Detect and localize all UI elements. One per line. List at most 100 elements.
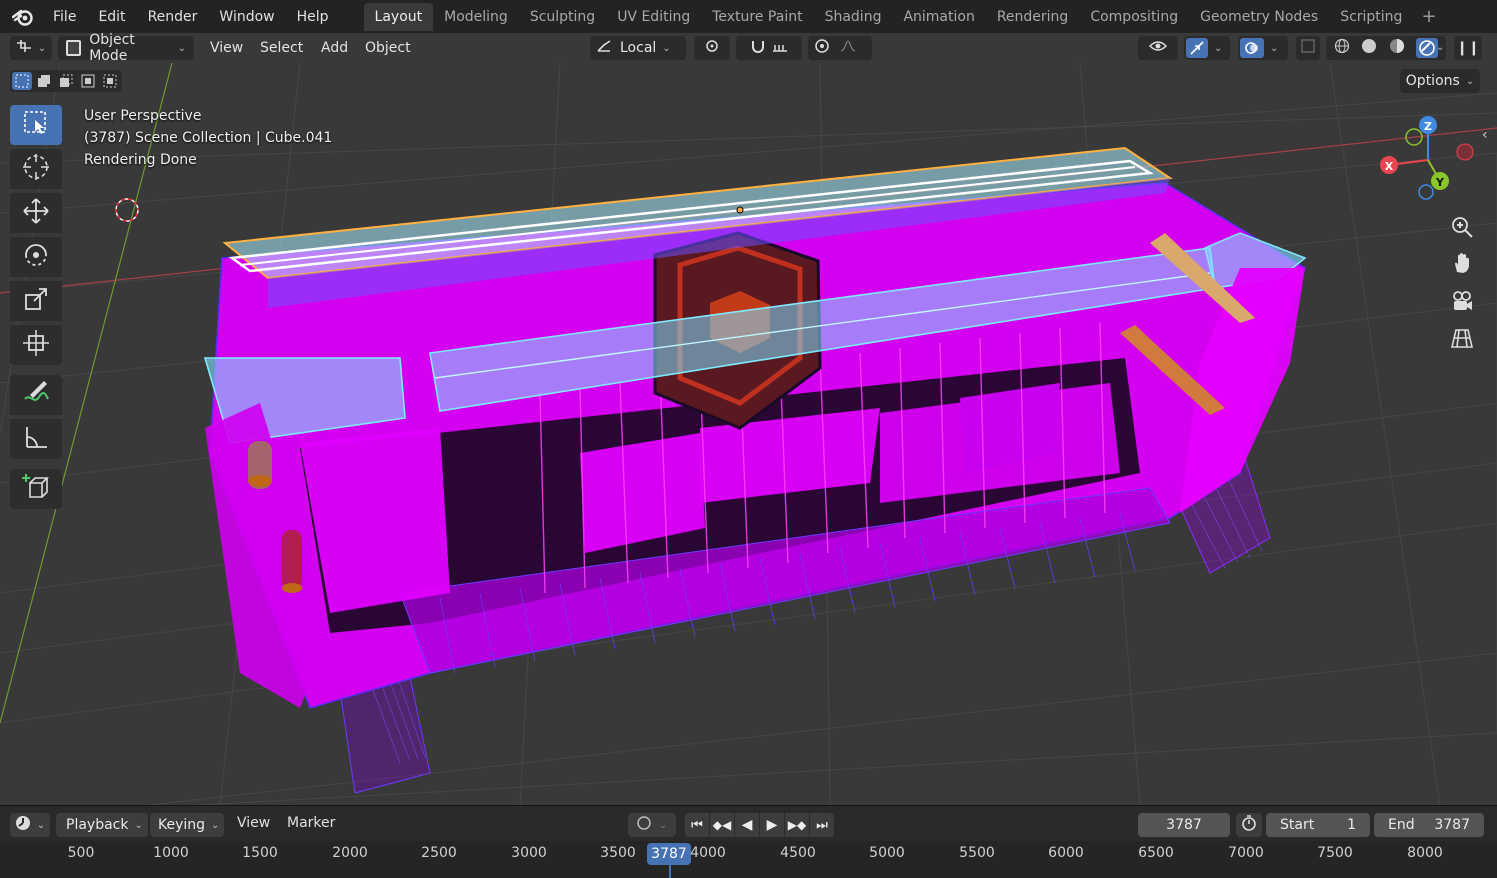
gizmo-z-label: Z	[1424, 120, 1432, 133]
menu-edit[interactable]: Edit	[87, 2, 136, 32]
end-frame-field[interactable]: End 3787	[1374, 813, 1484, 837]
select-box-icon	[23, 110, 49, 140]
timeline-marker-menu[interactable]: Marker	[287, 815, 335, 831]
playhead-line[interactable]	[669, 865, 671, 878]
mode-selector[interactable]: Object Mode ⌄	[58, 33, 194, 64]
shading-modes[interactable]	[1326, 36, 1446, 60]
proportional-edit-button[interactable]	[808, 36, 872, 60]
menu-window[interactable]: Window	[208, 2, 285, 32]
visibility-button[interactable]	[1138, 36, 1178, 60]
pause-icon: ❙❙	[1456, 40, 1480, 56]
preview-range-button[interactable]	[1236, 813, 1262, 837]
options-dropdown[interactable]: Options ⌄	[1400, 69, 1480, 93]
auto-keying-button[interactable]: ⌄	[628, 813, 676, 837]
playback-menu[interactable]: Playback ⌄	[56, 813, 148, 837]
snap-button[interactable]	[736, 36, 802, 60]
ruler-tick: 4000	[690, 845, 726, 861]
current-frame-field[interactable]: 3787	[1138, 813, 1230, 837]
render-status-label: Rendering Done	[84, 152, 197, 168]
tab-geometry-nodes[interactable]: Geometry Nodes	[1189, 3, 1329, 31]
measure-tool[interactable]	[10, 419, 62, 459]
transform-tool[interactable]	[10, 325, 62, 365]
select-extend-icon[interactable]	[34, 72, 54, 90]
overlays-button[interactable]: ⌄	[1238, 36, 1288, 60]
end-label: End	[1388, 817, 1415, 833]
ruler-tick: 7500	[1317, 845, 1353, 861]
scale-tool[interactable]	[10, 281, 62, 321]
jump-to-end-button[interactable]: ⏭	[810, 813, 834, 837]
3d-cursor-icon[interactable]	[115, 198, 139, 222]
tab-compositing[interactable]: Compositing	[1079, 3, 1189, 31]
shading-dropdown-icon[interactable]: ⌄	[1436, 42, 1444, 53]
annotate-tool[interactable]	[10, 375, 62, 415]
rendered-shading-icon[interactable]	[1416, 38, 1439, 58]
blender-logo-icon[interactable]	[12, 6, 36, 28]
3d-viewport[interactable]: Z X Y ‹ ⌄ Object Mode ⌄ View Select Add O…	[0, 33, 1497, 805]
gizmo-toggle-button[interactable]: ⌄	[1184, 36, 1230, 60]
transform-icon	[22, 329, 50, 361]
select-invert-icon[interactable]	[78, 72, 98, 90]
menu-select[interactable]: Select	[260, 38, 303, 58]
tab-shading[interactable]: Shading	[814, 3, 893, 31]
xray-button[interactable]	[1296, 36, 1320, 60]
playback-label: Playback	[66, 817, 129, 833]
tab-layout[interactable]: Layout	[363, 2, 434, 31]
zoom-icon[interactable]	[1448, 213, 1476, 241]
add-cube-tool[interactable]	[10, 469, 62, 509]
ruler-tick: 1500	[242, 845, 278, 861]
sidebar-toggle-button[interactable]: ❙❙	[1454, 36, 1482, 60]
tab-texture-paint[interactable]: Texture Paint	[701, 3, 813, 31]
viewport-header: ⌄ Object Mode ⌄ View Select Add Object Lo…	[0, 33, 1497, 64]
menu-add[interactable]: Add	[321, 38, 348, 58]
select-intersect-icon[interactable]	[100, 72, 120, 90]
collection-label: (3787) Scene Collection | Cube.041	[84, 130, 333, 146]
transform-orientation-selector[interactable]: Local ⌄	[590, 36, 686, 60]
jump-to-start-button[interactable]: ⏮	[685, 813, 709, 837]
playhead-frame-badge[interactable]: 3787	[647, 843, 691, 865]
timeline-editor-type-button[interactable]: ⌄	[10, 813, 50, 837]
next-keyframe-icon: ▶◆	[787, 818, 807, 832]
next-keyframe-button[interactable]: ▶◆	[785, 813, 809, 837]
start-frame-field[interactable]: Start 1	[1266, 813, 1370, 837]
tab-scripting[interactable]: Scripting	[1329, 3, 1413, 31]
pivot-point-button[interactable]	[694, 36, 730, 60]
ruler-tick: 2000	[332, 845, 368, 861]
mode-label: Object Mode	[89, 33, 135, 64]
tab-animation[interactable]: Animation	[892, 3, 985, 31]
ruler-tick: 2500	[421, 845, 457, 861]
menu-help[interactable]: Help	[286, 2, 340, 32]
timeline-header: ⌄ Playback ⌄ Keying ⌄ View Marker ⌄ ⏮ ◆◀ ◀…	[0, 805, 1497, 842]
tab-rendering[interactable]: Rendering	[986, 3, 1080, 31]
move-tool[interactable]	[10, 193, 62, 233]
snap-increment-icon	[772, 39, 788, 57]
timeline-view-menu[interactable]: View	[237, 815, 270, 831]
grid-icon[interactable]	[1448, 324, 1476, 352]
falloff-icon	[840, 39, 856, 57]
material-shading-icon[interactable]	[1389, 38, 1405, 58]
menu-render[interactable]: Render	[137, 2, 209, 32]
select-box-tool[interactable]	[10, 105, 62, 145]
tab-uv-editing[interactable]: UV Editing	[606, 3, 701, 31]
play-button[interactable]: ▶	[760, 813, 784, 837]
plus-icon[interactable]: +	[1413, 6, 1444, 27]
editor-type-button[interactable]: ⌄	[10, 36, 52, 60]
keying-menu[interactable]: Keying ⌄	[150, 813, 224, 837]
rotate-tool[interactable]	[10, 237, 62, 277]
navigation-gizmo[interactable]: Z X Y	[1380, 116, 1474, 200]
solid-shading-icon[interactable]	[1361, 38, 1377, 58]
viewport-info-overlay: User Perspective (3787) Scene Collection…	[84, 105, 332, 171]
select-new-icon[interactable]	[12, 72, 32, 90]
tab-modeling[interactable]: Modeling	[433, 3, 519, 31]
cursor-tool[interactable]	[10, 149, 62, 189]
menu-object[interactable]: Object	[365, 38, 411, 58]
timeline-ruler[interactable]: 500 1000 1500 2000 2500 3000 3500 4000 4…	[0, 841, 1497, 878]
select-subtract-icon[interactable]	[56, 72, 76, 90]
play-reverse-button[interactable]: ◀	[735, 813, 759, 837]
camera-icon[interactable]	[1448, 287, 1476, 315]
menu-view[interactable]: View	[210, 38, 243, 58]
tab-sculpting[interactable]: Sculpting	[519, 3, 606, 31]
menu-file[interactable]: File	[42, 2, 87, 32]
wireframe-shading-icon[interactable]	[1334, 38, 1350, 58]
pan-hand-icon[interactable]	[1448, 249, 1476, 277]
prev-keyframe-button[interactable]: ◆◀	[710, 813, 734, 837]
